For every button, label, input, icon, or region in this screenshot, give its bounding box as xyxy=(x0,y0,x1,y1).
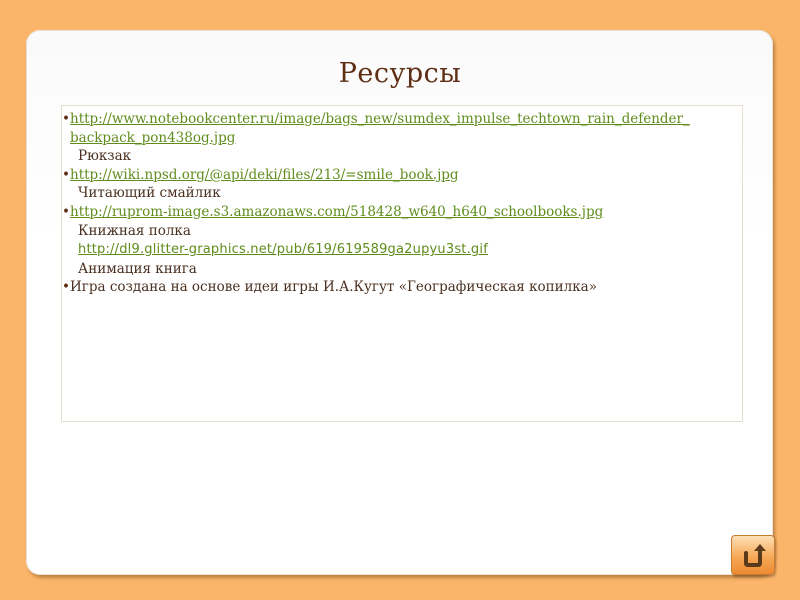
resources-list: • http://www.notebookcenter.ru/image/bag… xyxy=(62,106,742,297)
bullet: • xyxy=(62,111,70,127)
resource-caption: Рюкзак xyxy=(78,148,132,165)
resource-link[interactable]: http://dl9.glitter-graphics.net/pub/619/… xyxy=(78,242,488,257)
bullet: • xyxy=(62,203,70,220)
resource-link[interactable]: http://www.notebookcenter.ru/image/bags_… xyxy=(70,111,690,127)
list-item: • Игра создана на основе идеи игры И.А.К… xyxy=(62,278,742,297)
resource-link-continued[interactable]: backpack_pon438og.jpg xyxy=(70,130,235,146)
bullet: • xyxy=(62,166,70,183)
resource-link[interactable]: http://wiki.npsd.org/@api/deki/files/213… xyxy=(70,167,459,183)
page-title: Ресурсы xyxy=(338,58,462,89)
return-button[interactable] xyxy=(731,535,775,575)
list-item: • http://ruprom-image.s3.amazonaws.com/5… xyxy=(62,203,742,278)
resource-caption: Читающий смайлик xyxy=(78,185,221,202)
bullet: • xyxy=(62,279,70,296)
resource-link-wrapper: http://dl9.glitter-graphics.net/pub/619/… xyxy=(70,240,742,260)
resource-caption: Анимация книга xyxy=(78,260,197,277)
resource-link[interactable]: http://ruprom-image.s3.amazonaws.com/518… xyxy=(70,204,603,220)
list-item: • http://www.notebookcenter.ru/image/bag… xyxy=(62,110,742,166)
resources-box: • http://www.notebookcenter.ru/image/bag… xyxy=(61,105,743,422)
list-item: • http://wiki.npsd.org/@api/deki/files/2… xyxy=(62,166,742,203)
credit-text: Игра создана на основе идеи игры И.А.Куг… xyxy=(70,279,597,296)
return-arrow-icon xyxy=(744,544,766,567)
resource-caption: Книжная полка xyxy=(78,222,191,239)
